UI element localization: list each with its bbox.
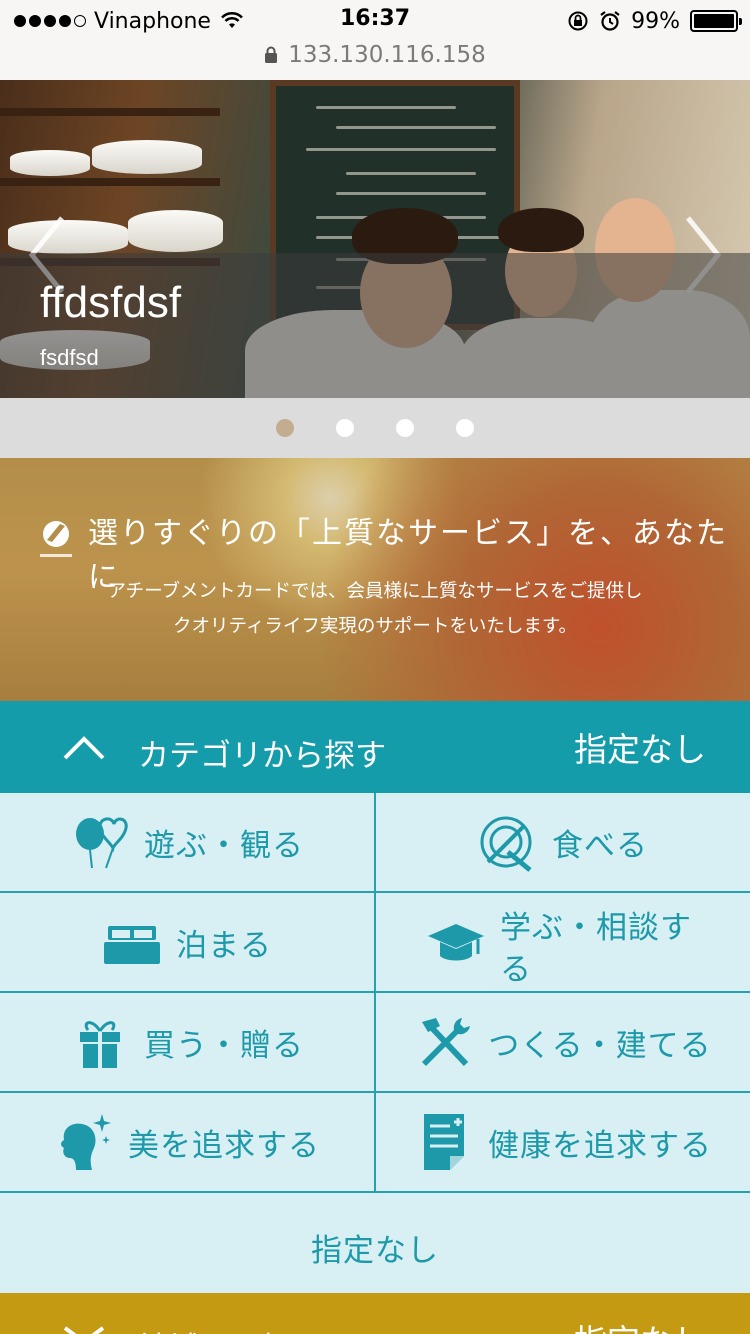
gift-icon: [80, 1021, 120, 1068]
balloons-icon: [76, 817, 128, 869]
category-item-build[interactable]: つくる・建てる: [376, 993, 750, 1093]
slider-dot-1[interactable]: [276, 419, 294, 437]
category-item-beauty[interactable]: 美を追求する: [0, 1093, 376, 1193]
chevron-up-icon[interactable]: [62, 735, 106, 761]
slider-dot-4[interactable]: [456, 419, 474, 437]
orientation-lock-icon: [568, 11, 588, 31]
category-label: 遊ぶ・観る: [144, 827, 304, 864]
category-item-none[interactable]: 指定なし: [0, 1193, 750, 1293]
status-right: 99%: [567, 8, 742, 34]
category-item-health[interactable]: 健康を追求する: [376, 1093, 750, 1193]
category-none-label: 指定なし: [311, 1233, 439, 1269]
category-item-learn[interactable]: 学ぶ・相談する: [376, 893, 750, 993]
hero-subtitle: fsdfsd: [40, 345, 99, 370]
alarm-icon: [600, 11, 620, 31]
slider-pagination: [0, 398, 750, 458]
area-selected-value: 指定なし: [574, 1315, 706, 1334]
category-header-title: カテゴリから探す: [138, 738, 386, 774]
battery-icon: [690, 10, 742, 32]
tools-icon: [422, 1018, 471, 1067]
category-label: 買う・贈る: [144, 1027, 304, 1064]
graduation-cap-icon: [428, 924, 484, 961]
slider-dot-2[interactable]: [336, 419, 354, 437]
category-label: 泊まる: [176, 927, 272, 964]
category-item-play[interactable]: 遊ぶ・観る: [0, 793, 376, 893]
category-label: 健康を追求する: [488, 1127, 712, 1164]
battery-percent: 99%: [631, 8, 680, 34]
hero-title: ffdsfdsf: [40, 278, 182, 327]
dining-plate-icon: [480, 816, 532, 872]
category-label: つくる・建てる: [488, 1027, 712, 1064]
document-icon: [424, 1114, 464, 1170]
category-label: 美を追求する: [128, 1127, 320, 1164]
url-text: 133.130.116.158: [288, 42, 486, 68]
lock-icon: [265, 46, 278, 63]
chevron-down-icon[interactable]: [62, 1325, 106, 1334]
battery-level: [694, 14, 734, 28]
bed-icon: [104, 926, 160, 964]
category-item-stay[interactable]: 泊まる: [0, 893, 376, 993]
beauty-face-icon: [61, 1114, 111, 1170]
banner-description-line-1: アチーブメントカードでは、会員様に上質なサービスをご提供し: [107, 581, 643, 602]
category-item-eat[interactable]: 食べる: [376, 793, 750, 893]
banner-description-line-2: クオリティライフ実現のサポートをいたします。: [172, 616, 578, 637]
area-accordion-header[interactable]: 地域から探す 指定なし: [0, 1293, 750, 1334]
area-header-title: 地域から探す: [138, 1323, 324, 1334]
category-label: 学ぶ・相談する: [500, 910, 692, 988]
status-bar: Vinaphone 16:37 99% 133.130.116.158: [0, 0, 750, 80]
slider-dot-3[interactable]: [396, 419, 414, 437]
achievement-logo-icon: [40, 521, 72, 557]
category-grid: 遊ぶ・観る 食べる 泊まる 学ぶ・相談する 買う・贈る つくる・建てる 美を追求…: [0, 793, 750, 1293]
address-bar[interactable]: 133.130.116.158: [0, 40, 750, 70]
category-item-shop[interactable]: 買う・贈る: [0, 993, 376, 1093]
category-selected-value: 指定なし: [574, 730, 706, 769]
category-label: 食べる: [552, 827, 648, 864]
